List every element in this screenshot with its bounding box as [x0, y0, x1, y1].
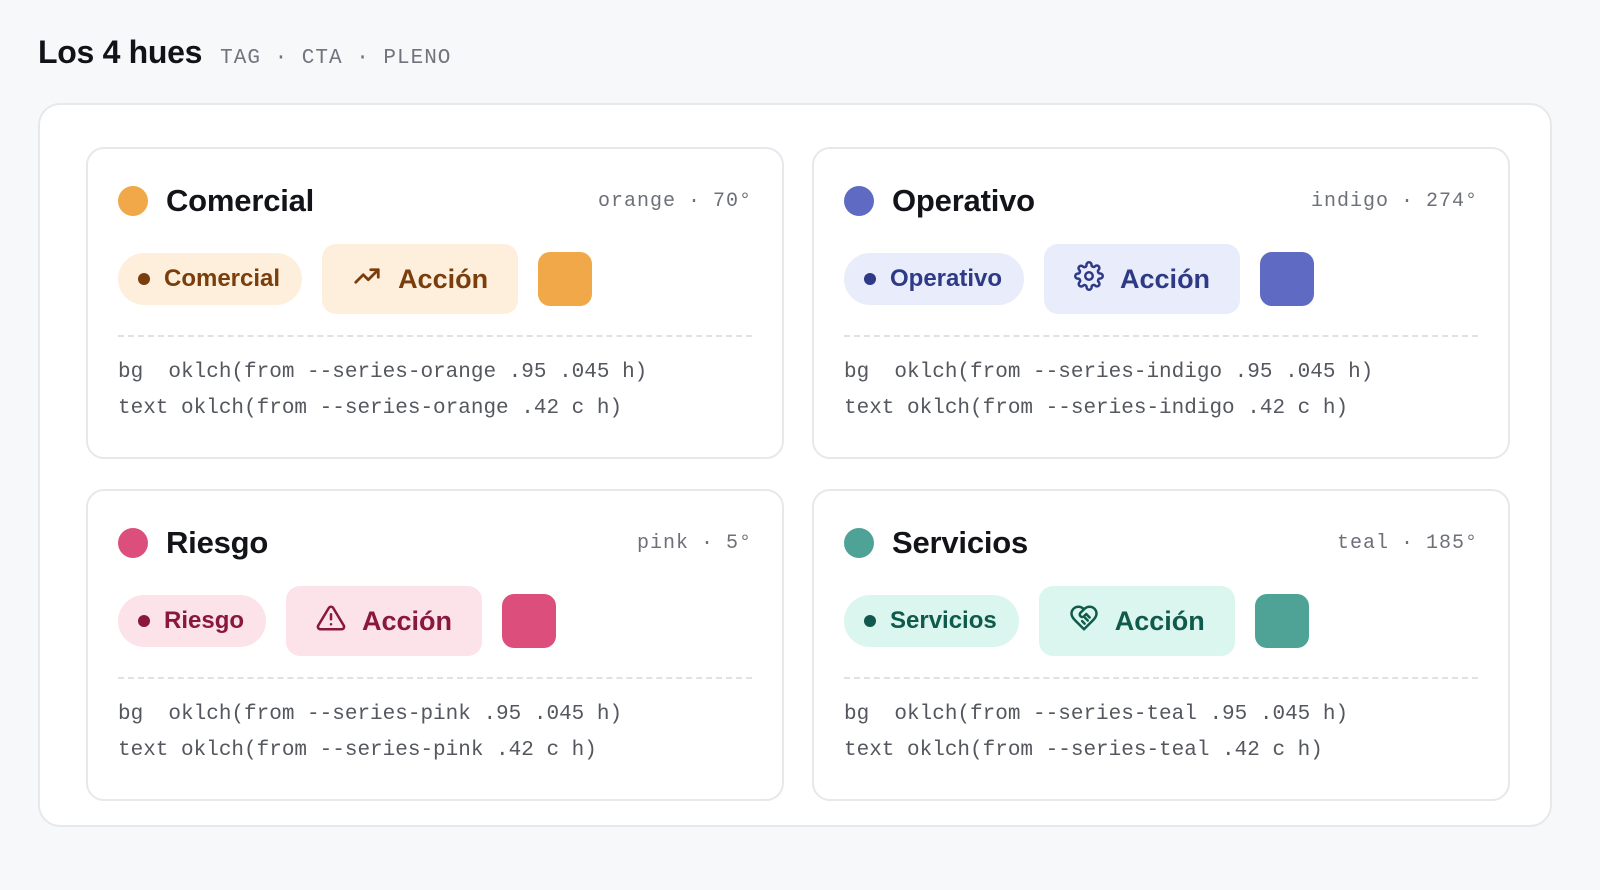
- heart-handshake-icon: [1069, 603, 1099, 640]
- hue-card-riesgo: Riesgo pink · 5° Riesgo Acción bg oklch(fr…: [86, 489, 784, 801]
- cta-button[interactable]: Acción: [322, 244, 519, 314]
- hue-meta: indigo · 274°: [1311, 190, 1478, 213]
- text-token-line: text oklch(from --series-indigo .42 c h): [844, 397, 1349, 420]
- page-header: Los 4 hues TAG · CTA · PLENO: [38, 34, 451, 71]
- hue-dot: [844, 186, 874, 216]
- tag-dot: [864, 273, 876, 285]
- token-lines: bg oklch(from --series-indigo .95 .045 h…: [844, 355, 1373, 427]
- hue-meta: teal · 185°: [1337, 532, 1478, 555]
- chip-row: Comercial Acción: [118, 244, 593, 314]
- hues-panel: Comercial orange · 70° Comercial Acción bg…: [38, 103, 1552, 827]
- dashed-divider: [844, 335, 1478, 337]
- cta-button[interactable]: Acción: [1044, 244, 1241, 314]
- hue-name: teal: [1336, 531, 1389, 555]
- hue-dot: [118, 528, 148, 558]
- hue-name: pink: [636, 531, 689, 555]
- card-header: Riesgo pink · 5°: [118, 523, 752, 563]
- tag-chip: Servicios: [844, 595, 1019, 647]
- chip-row: Riesgo Acción: [118, 586, 557, 656]
- bg-token-line: bg oklch(from --series-indigo .95 .045 h…: [844, 361, 1374, 384]
- solid-swatch: [538, 252, 593, 306]
- tag-chip: Comercial: [118, 253, 303, 305]
- separator-dot: ·: [687, 189, 701, 213]
- separator-dot: ·: [1400, 531, 1414, 555]
- page-subtitle: TAG · CTA · PLENO: [220, 47, 452, 70]
- hue-meta: pink · 5°: [637, 532, 752, 555]
- card-title: Operativo: [892, 183, 1035, 218]
- hue-card-servicios: Servicios teal · 185° Servicios Acción bg …: [812, 489, 1510, 801]
- text-token-line: text oklch(from --series-teal .42 c h): [844, 739, 1323, 762]
- dashed-divider: [844, 677, 1478, 679]
- hue-meta: orange · 70°: [598, 190, 752, 213]
- dashed-divider: [118, 335, 752, 337]
- hue-degree: 185°: [1425, 531, 1478, 555]
- hue-dot: [118, 186, 148, 216]
- card-title: Servicios: [892, 525, 1029, 560]
- cta-label: Acción: [398, 263, 489, 294]
- tag-chip: Operativo: [844, 253, 1025, 305]
- tag-label: Riesgo: [164, 607, 245, 634]
- trending-up-icon: [352, 261, 382, 298]
- cta-label: Acción: [1120, 263, 1211, 294]
- card-header: Operativo indigo · 274°: [844, 181, 1478, 221]
- solid-swatch: [1260, 252, 1315, 306]
- token-lines: bg oklch(from --series-pink .95 .045 h) t…: [118, 697, 622, 769]
- hue-card-comercial: Comercial orange · 70° Comercial Acción bg…: [86, 147, 784, 459]
- dashed-divider: [118, 677, 752, 679]
- text-token-line: text oklch(from --series-orange .42 c h): [118, 397, 623, 420]
- card-title: Riesgo: [166, 525, 269, 560]
- cta-button[interactable]: Acción: [286, 586, 483, 656]
- gear-icon: [1074, 260, 1104, 298]
- text-token-line: text oklch(from --series-pink .42 c h): [118, 739, 597, 762]
- chip-row: Operativo Acción: [844, 244, 1315, 314]
- tag-label: Servicios: [890, 607, 997, 634]
- page-title: Los 4 hues: [38, 34, 203, 70]
- tag-dot: [138, 273, 150, 285]
- chip-row: Servicios Acción: [844, 586, 1309, 656]
- tag-dot: [864, 615, 876, 627]
- card-header: Comercial orange · 70°: [118, 181, 752, 221]
- bg-token-line: bg oklch(from --series-pink .95 .045 h): [118, 703, 623, 726]
- hue-card-operativo: Operativo indigo · 274° Operativo Acción b…: [812, 147, 1510, 459]
- hue-name: orange: [597, 189, 676, 213]
- separator-dot: ·: [700, 531, 714, 555]
- separator-dot: ·: [1400, 189, 1414, 213]
- hue-name: indigo: [1310, 189, 1389, 213]
- tag-label: Operativo: [890, 265, 1003, 292]
- tag-chip: Riesgo: [118, 595, 267, 647]
- tag-label: Comercial: [164, 265, 281, 292]
- bg-token-line: bg oklch(from --series-teal .95 .045 h): [844, 703, 1349, 726]
- cta-label: Acción: [362, 605, 453, 636]
- solid-swatch: [1254, 594, 1309, 648]
- bg-token-line: bg oklch(from --series-orange .95 .045 h…: [118, 361, 648, 384]
- warning-triangle-icon: [316, 603, 346, 640]
- cta-button[interactable]: Acción: [1038, 586, 1235, 656]
- hue-degree: 70°: [712, 189, 752, 213]
- hue-dot: [844, 528, 874, 558]
- hue-degree: 5°: [725, 531, 752, 555]
- card-title: Comercial: [166, 183, 315, 218]
- cta-label: Acción: [1114, 605, 1205, 636]
- tag-dot: [138, 615, 150, 627]
- hue-degree: 274°: [1425, 189, 1478, 213]
- token-lines: bg oklch(from --series-teal .95 .045 h) t…: [844, 697, 1348, 769]
- token-lines: bg oklch(from --series-orange .95 .045 h…: [118, 355, 647, 427]
- card-header: Servicios teal · 185°: [844, 523, 1478, 563]
- hues-grid: Comercial orange · 70° Comercial Acción bg…: [86, 147, 1510, 801]
- solid-swatch: [502, 594, 557, 648]
